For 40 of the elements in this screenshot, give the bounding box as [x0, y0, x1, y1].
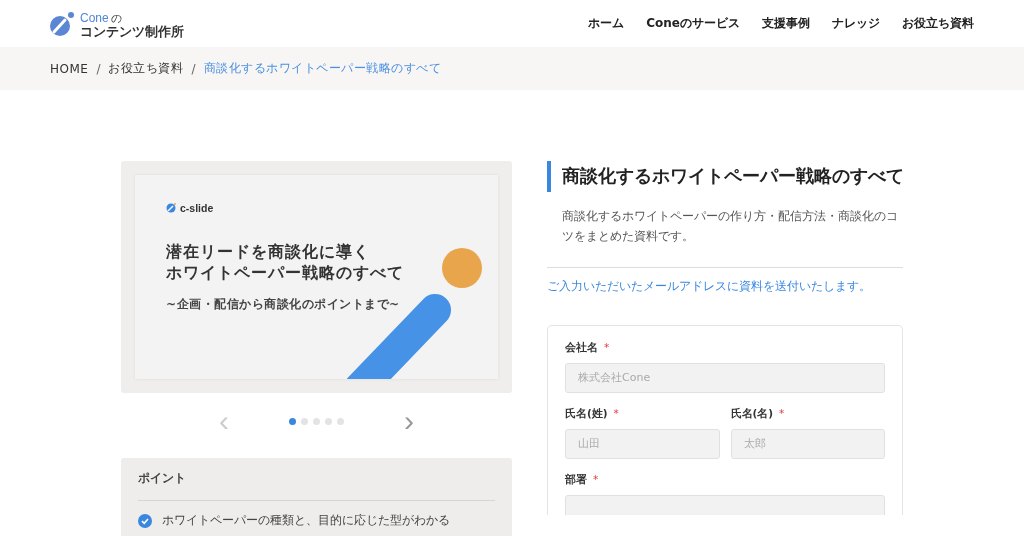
- carousel-dot[interactable]: [313, 417, 320, 425]
- field-label: 氏名(名): [730, 406, 774, 419]
- input-field[interactable]: [565, 494, 885, 515]
- points-title: ポイント: [138, 470, 495, 501]
- logo-name[interactable]: コンテンツ制作所: [80, 25, 184, 40]
- nav-link[interactable]: Coneのサービス: [646, 15, 740, 32]
- required-mark: *: [593, 472, 599, 485]
- nav-link[interactable]: 支援事例: [762, 15, 810, 32]
- logo-suffix: の: [110, 11, 122, 24]
- nav-link[interactable]: お役立ち資料: [902, 15, 974, 32]
- breadcrumb-link[interactable]: お役立ち資料: [108, 60, 184, 77]
- field-label: 会社名: [565, 340, 598, 353]
- input-field[interactable]: 株式会社Cone: [565, 362, 885, 393]
- point-text: ホワイトペーパーの種類と、目的に応じた型がわかる: [162, 513, 450, 528]
- required-mark: *: [613, 406, 619, 419]
- input-field[interactable]: 太郎: [730, 428, 885, 459]
- breadcrumb-separator: /: [96, 61, 101, 76]
- breadcrumb-link[interactable]: HOME: [50, 61, 89, 76]
- resource-title: 商談化するホワイトペーパー戦略のすべて: [547, 161, 903, 192]
- carousel-dot[interactable]: [337, 417, 344, 425]
- nav-link[interactable]: ホーム: [588, 15, 625, 32]
- field-label: 部署: [565, 472, 587, 485]
- input-field[interactable]: 山田: [565, 428, 720, 459]
- required-mark: *: [604, 340, 610, 353]
- slide-subtitle: ~企画・配信から商談化のポイントまで~: [166, 295, 401, 313]
- breadcrumb-separator: /: [191, 61, 196, 76]
- nav-link[interactable]: ナレッジ: [832, 15, 880, 32]
- slide-title: 潜在リードを商談化に導く: [166, 242, 371, 263]
- logo-brand[interactable]: Cone: [80, 10, 109, 25]
- slide-title: ホワイトペーパー戦略のすべて: [166, 262, 405, 284]
- slide-brand: c-slide: [180, 202, 214, 214]
- resource-description: 商談化するホワイトペーパーの作り方・配信方法・商談化のコツをまとめた資料です。: [561, 208, 899, 246]
- logo-icon: [50, 11, 74, 36]
- carousel-dot[interactable]: [289, 417, 296, 425]
- carousel-dot[interactable]: [325, 417, 332, 425]
- delivery-note: ご入力いただいたメールアドレスに資料を送付いたします。: [547, 277, 872, 295]
- slide-logo-icon: [166, 203, 176, 213]
- required-mark: *: [779, 406, 785, 419]
- field-label: 氏名(姓): [565, 406, 608, 419]
- carousel-dot[interactable]: [301, 417, 308, 425]
